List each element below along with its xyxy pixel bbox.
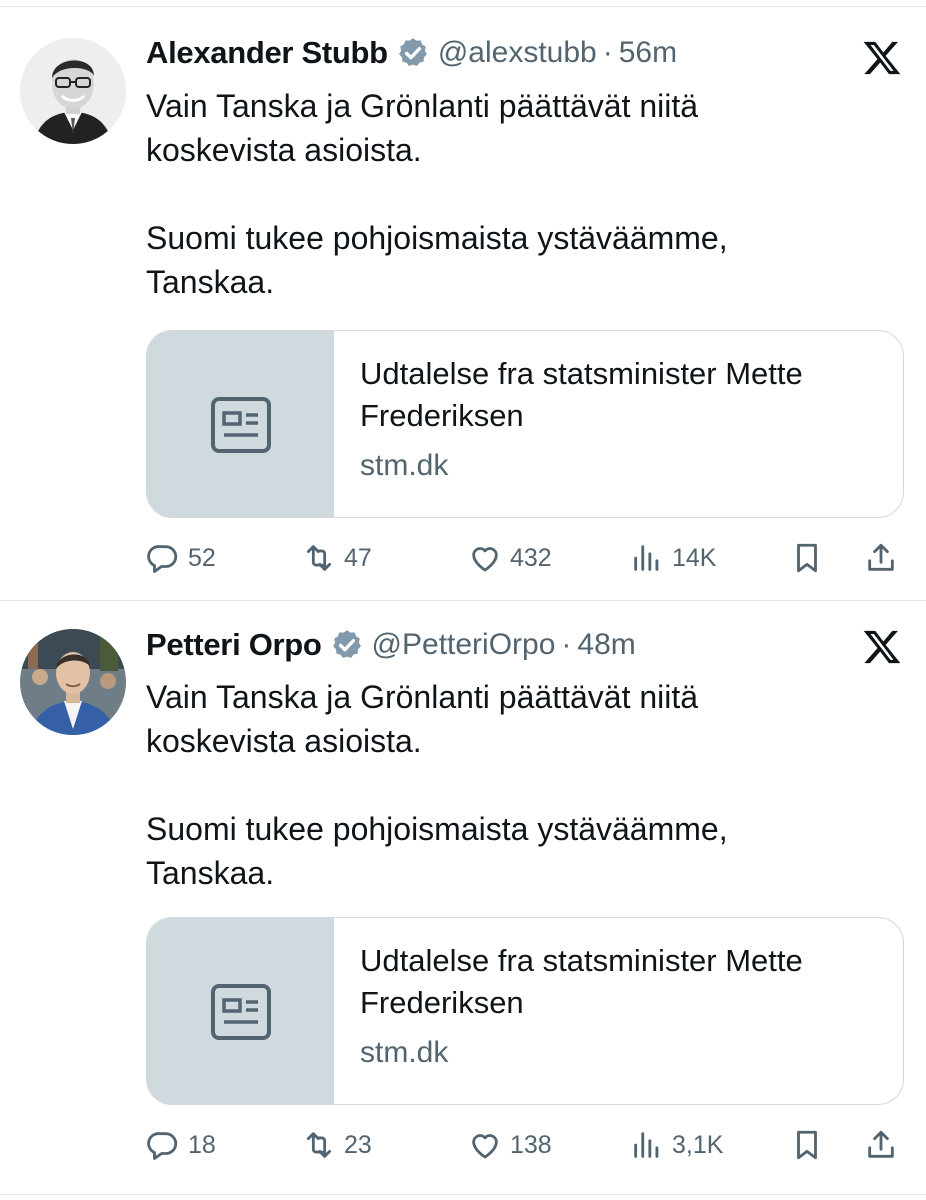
heart-icon <box>472 1134 498 1159</box>
views-count: 14K <box>672 543 717 572</box>
avatar[interactable] <box>20 629 126 735</box>
author-name[interactable]: Petteri Orpo <box>146 627 322 663</box>
reply-count: 18 <box>188 1130 216 1159</box>
verified-badge-icon <box>332 630 361 659</box>
repost-button[interactable]: 47 <box>302 538 372 578</box>
article-icon <box>210 397 271 453</box>
card-domain: stm.dk <box>360 1036 449 1069</box>
tweet[interactable]: Alexander Stubb @alexstubb · 56m Vain Ta… <box>0 8 926 600</box>
reply-icon <box>147 545 178 573</box>
link-card[interactable]: Udtalelse fra statsminister Mette Freder… <box>146 330 904 518</box>
reply-button[interactable]: 18 <box>146 1125 216 1165</box>
tweet-text: Vain Tanska ja Grönlanti päättävät niitä… <box>146 88 728 300</box>
share-button[interactable] <box>864 1125 898 1165</box>
repost-button[interactable]: 23 <box>302 1125 372 1165</box>
x-logo-icon[interactable] <box>862 38 902 78</box>
like-button[interactable]: 138 <box>468 1125 552 1165</box>
x-logo-icon[interactable] <box>862 627 902 667</box>
views-button[interactable]: 14K <box>630 538 716 578</box>
avatar-image <box>20 629 126 735</box>
tweet-divider <box>0 600 926 601</box>
card-title: Udtalelse fra statsminister Mette Freder… <box>360 356 803 433</box>
tweet-header: Petteri Orpo @PetteriOrpo · 48m <box>146 627 636 663</box>
separator-dot: · <box>602 36 613 69</box>
views-icon <box>634 1132 659 1158</box>
repost-count: 47 <box>344 543 372 572</box>
separator-dot: · <box>561 628 572 661</box>
reply-button[interactable]: 52 <box>146 538 216 578</box>
heart-icon <box>472 547 498 572</box>
views-button[interactable]: 3,1K <box>630 1125 723 1165</box>
author-handle[interactable]: @alexstubb <box>438 36 597 70</box>
verified-badge-icon <box>398 38 427 67</box>
author-handle[interactable]: @PetteriOrpo <box>372 628 556 662</box>
share-icon <box>868 1130 894 1158</box>
views-count: 3,1K <box>672 1130 724 1159</box>
card-thumbnail <box>147 918 334 1104</box>
repost-icon <box>306 1132 332 1158</box>
timestamp[interactable]: 56m <box>619 36 677 70</box>
card-thumbnail <box>147 331 334 517</box>
card-domain: stm.dk <box>360 449 449 482</box>
timestamp[interactable]: 48m <box>577 628 635 662</box>
action-bar: 52 47 432 14K <box>146 538 906 578</box>
top-divider <box>0 6 926 7</box>
author-name[interactable]: Alexander Stubb <box>146 35 388 71</box>
link-card[interactable]: Udtalelse fra statsminister Mette Freder… <box>146 917 904 1105</box>
repost-count: 23 <box>344 1130 372 1159</box>
tweet-text: Vain Tanska ja Grönlanti päättävät niitä… <box>146 679 728 891</box>
tweet-header: Alexander Stubb @alexstubb · 56m <box>146 35 677 71</box>
reply-icon <box>147 1132 178 1160</box>
share-icon <box>868 543 894 571</box>
like-button[interactable]: 432 <box>468 538 552 578</box>
bookmark-icon <box>797 1130 817 1160</box>
like-count: 138 <box>510 1130 552 1159</box>
bookmark-icon <box>797 543 817 573</box>
repost-icon <box>306 545 332 571</box>
card-title: Udtalelse fra statsminister Mette Freder… <box>360 943 803 1020</box>
share-button[interactable] <box>864 538 898 578</box>
bookmark-button[interactable] <box>790 1125 824 1165</box>
views-icon <box>634 545 659 571</box>
article-icon <box>210 984 271 1040</box>
bookmark-button[interactable] <box>790 538 824 578</box>
avatar[interactable] <box>20 38 126 144</box>
avatar-image <box>20 38 126 144</box>
tweet[interactable]: Petteri Orpo @PetteriOrpo · 48m Vain Tan… <box>0 603 926 1195</box>
action-bar: 18 23 138 3,1K <box>146 1125 906 1165</box>
reply-count: 52 <box>188 543 216 572</box>
like-count: 432 <box>510 543 552 572</box>
bottom-divider <box>0 1194 926 1195</box>
